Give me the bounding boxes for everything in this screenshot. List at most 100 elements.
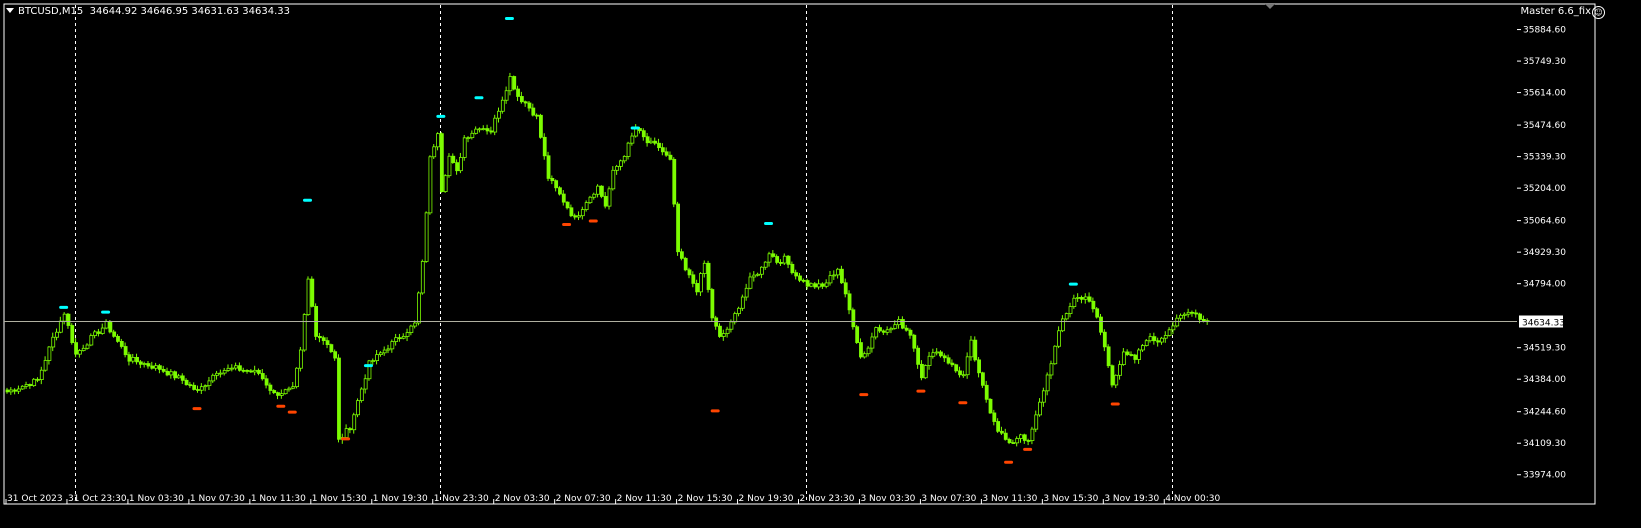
y-tick-label: 34244.60 — [1523, 408, 1566, 418]
candle — [180, 373, 185, 384]
candle — [382, 346, 387, 356]
candle — [794, 269, 799, 280]
candle — [1072, 294, 1077, 309]
candle — [207, 376, 212, 391]
candle — [192, 382, 197, 391]
candle — [222, 367, 227, 376]
candle — [1080, 295, 1084, 304]
candle — [504, 86, 509, 104]
candle — [260, 368, 265, 381]
candle — [756, 272, 760, 277]
candle — [619, 159, 623, 171]
candle — [771, 250, 776, 258]
candle — [954, 363, 959, 373]
candle — [1163, 331, 1168, 343]
x-tick-label: 3 Nov 19:30 — [1104, 494, 1159, 504]
fractal-down-marker — [341, 437, 351, 441]
candle — [58, 316, 63, 334]
candle — [85, 343, 90, 350]
candle — [77, 349, 82, 358]
candle — [977, 357, 981, 378]
candle — [459, 152, 463, 174]
candle — [801, 278, 806, 283]
candle — [679, 248, 684, 261]
candle — [775, 254, 780, 265]
smiley-icon[interactable]: ☺ — [1592, 6, 1605, 19]
y-tick-label: 34794.00 — [1523, 280, 1566, 290]
candle — [344, 424, 349, 440]
candle — [386, 344, 391, 354]
dropdown-triangle-icon[interactable] — [6, 8, 14, 13]
candle — [599, 185, 604, 199]
candle — [451, 153, 456, 164]
y-tick-label: 35749.30 — [1523, 57, 1566, 67]
candle — [199, 383, 204, 395]
candle — [1045, 372, 1050, 396]
candle — [988, 398, 993, 414]
candle — [558, 186, 562, 196]
candle — [417, 291, 421, 326]
x-tick-label: 2 Nov 15:30 — [678, 494, 733, 504]
candle — [813, 282, 818, 289]
candle — [965, 352, 970, 379]
candle — [1182, 312, 1187, 320]
candle — [1118, 360, 1122, 380]
candle — [942, 353, 947, 362]
candle — [100, 323, 105, 335]
y-tick-label: 34384.00 — [1523, 375, 1566, 385]
candle — [737, 306, 741, 317]
chart-window[interactable]: 34634.33 35884.60 35749.30 35614.00 35474.6… — [0, 0, 1641, 524]
candle — [630, 132, 635, 146]
candle — [462, 135, 467, 161]
chart-shift-marker-icon[interactable] — [1265, 4, 1275, 9]
candle — [1095, 307, 1100, 319]
candle — [291, 381, 296, 390]
candle — [20, 385, 25, 390]
candle — [352, 412, 357, 434]
candle — [306, 276, 311, 316]
candle — [592, 192, 597, 200]
candle — [333, 349, 338, 361]
fractal-down-marker — [1004, 460, 1014, 464]
x-tick-label: 31 Oct 2023 — [7, 494, 63, 504]
candle — [24, 381, 29, 389]
symbol-header[interactable]: BTCUSD,M15 34644.92 34646.95 34631.63 34… — [6, 6, 290, 17]
candle — [481, 125, 486, 131]
candle — [390, 339, 395, 353]
candle — [359, 387, 364, 403]
candle — [1030, 426, 1035, 445]
candle — [1034, 410, 1039, 433]
candle — [900, 316, 905, 330]
candle — [817, 279, 821, 290]
candle — [748, 272, 753, 290]
candle — [428, 155, 433, 215]
candle — [89, 333, 94, 347]
y-tick-label: 35474.60 — [1523, 121, 1566, 131]
candle — [1133, 353, 1138, 364]
expert-advisor-label: Master 6.6_fix — [1520, 6, 1591, 17]
fractal-down-marker — [287, 410, 297, 414]
candle — [81, 344, 86, 352]
candle — [436, 132, 440, 151]
candle — [832, 270, 837, 280]
candle — [519, 91, 524, 104]
candle — [878, 324, 882, 333]
candle — [1068, 302, 1073, 318]
candle — [135, 353, 139, 365]
candle — [573, 213, 578, 220]
candle — [177, 373, 181, 379]
candle — [569, 204, 574, 218]
candle — [607, 186, 612, 210]
candle — [1053, 345, 1058, 365]
candle — [1019, 433, 1023, 443]
candle — [443, 174, 448, 193]
candle — [641, 128, 646, 141]
candle — [257, 368, 261, 376]
candle — [70, 323, 75, 345]
x-tick-label: 2 Nov 23:30 — [800, 494, 855, 504]
candle — [508, 72, 513, 96]
candle — [131, 353, 136, 364]
candle — [1190, 310, 1195, 317]
price-chart[interactable]: 34634.33 35884.60 35749.30 35614.00 35474.6… — [0, 0, 1641, 524]
fractal-down-marker — [562, 223, 572, 227]
